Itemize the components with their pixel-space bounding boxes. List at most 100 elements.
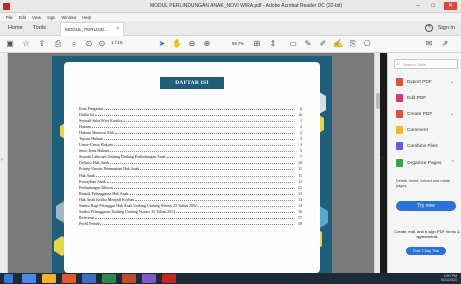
save-icon[interactable]: ▣ [5,39,15,49]
chevron-icon[interactable]: ⌄ [450,111,454,117]
toc-entry-page: 12 [298,184,302,190]
mail-icon[interactable]: ✉ [424,39,434,49]
search-tools-input[interactable]: ⌕ Search Tools [394,59,458,69]
share-link-icon[interactable]: ⇗ [440,39,450,49]
taskbar-powerpoint-icon[interactable] [122,274,136,283]
tool-organize-pages[interactable]: Organize Pages ^ [396,158,461,168]
toc-entry-label: Prinsip Umum Pemenuhan Hak Anak [79,166,140,172]
taskbar-firefox-icon[interactable] [62,274,76,283]
share-icon[interactable]: ⎔ [362,39,372,49]
scrollbar-thumb[interactable] [376,93,380,109]
menu-file[interactable]: File [6,15,13,20]
stamp-icon[interactable]: ⎘ [348,39,358,49]
toc-leader [114,187,293,189]
minimize-button[interactable]: – [414,2,422,10]
toc-leader [95,115,293,117]
taskbar-acrobat-icon[interactable] [162,274,176,283]
tab-document[interactable]: MODUL_PERLIND... × [60,22,124,36]
chevron-icon[interactable]: ⌄ [450,79,454,85]
bookmark-icon[interactable]: ☆ [21,39,31,49]
menu-edit[interactable]: Edit [19,15,26,20]
select-cursor-icon[interactable]: ➤ [157,39,167,49]
page-down-icon[interactable]: ⊙ [97,39,107,49]
vertical-scrollbar[interactable] [374,53,380,273]
toc-entry-page: 13 [298,202,302,208]
tab-document-label: MODUL_PERLIND... [65,27,108,32]
toc-leader [166,157,293,159]
toc-entry[interactable]: Profil Penulis 18 [79,221,302,227]
tool-create-pdf[interactable]: Create PDF ⌄ [396,109,461,119]
toc-leader [110,151,293,153]
toc-entry-label: Bentuk Pelanggaran Hak Anak [79,190,129,196]
toc-entry-label: Tujuan Hukum [79,136,104,142]
tool-label: Edit PDF [407,95,427,101]
print-icon[interactable]: ⎙ [53,39,63,49]
organize-pages-icon [396,159,403,167]
tools-panel: ⌕ Search Tools Export PDF ⌄ Edit PDF Create… [387,53,461,273]
scroll-mode-icon[interactable]: ⇕ [268,39,278,49]
toc-entry-label: Kata Pengantar [79,106,104,111]
taskbar-explorer-icon[interactable] [22,274,36,283]
toc-entry-page: 3 [300,136,302,142]
toc-entry-label: Sejarah Suka Wisa Kartika [79,118,122,124]
zoom-out-icon[interactable]: ⊖ [187,39,197,49]
chevron-icon[interactable]: ^ [452,160,454,166]
toc-entry-label: Hukum [79,124,91,130]
toc-entry-label: Kewajiban Anak [79,178,106,184]
search-icon[interactable]: ⌕ [69,39,79,49]
tab-tools[interactable]: Tools [33,25,46,31]
toc-entry-label: Sanksi Pelanggaran Undang Undang Nomor 3… [79,208,175,214]
toc-leader [95,217,293,219]
menu-view[interactable]: View [32,15,41,20]
taskbar-onenote-icon[interactable] [142,274,156,283]
free-trial-button[interactable]: Free 7-Day Trial [406,247,446,255]
toc-leader [140,169,293,171]
toc-leader [110,163,293,165]
start-button-icon[interactable] [4,274,13,283]
comment-icon[interactable]: ▭ [288,39,298,49]
toc-leader [104,139,293,141]
try-now-button[interactable]: Try now [396,201,456,211]
help-icon[interactable]: ? [425,24,433,32]
sign-in-link[interactable]: Sign In [438,25,455,31]
left-panel-toggle[interactable]: › [0,53,8,273]
export-pdf-icon [396,78,403,86]
tool-export-pdf[interactable]: Export PDF ⌄ [396,77,461,87]
page-up-icon[interactable]: ⊙ [84,39,94,49]
tab-close-button[interactable]: × [116,26,119,32]
taskbar-excel-icon[interactable] [102,274,116,283]
tool-combine-files[interactable]: Combine Files [396,141,461,151]
highlight-icon[interactable]: ✎ [303,39,313,49]
page-number-field[interactable]: 1 / 16 [111,40,123,45]
menu-sign[interactable]: Sign [47,15,55,20]
taskbar-chrome-icon[interactable] [42,274,56,283]
zoom-in-icon[interactable]: ⊕ [202,39,212,49]
menu-window[interactable]: Window [61,15,76,20]
tool-comment[interactable]: Comment [396,125,461,135]
toc-entry-label: Sejarah Lahirnya Undang Undang Perlindun… [79,154,166,160]
toc-entry-label: Perlindungan Khusus [79,184,114,190]
document-viewport[interactable]: DAFTAR ISI Kata Pengantar ii Daftar Isi iii… [8,53,374,273]
menu-help[interactable]: Help [82,15,91,20]
sign-icon[interactable]: ✍ [333,39,343,49]
upload-icon[interactable]: ⇪ [37,39,47,49]
collapse-right-icon[interactable]: ‹ [381,155,383,161]
system-clock[interactable]: 4:50 PM 9/21/2021 [441,274,457,283]
tool-edit-pdf[interactable]: Edit PDF [396,93,461,103]
zoom-level[interactable]: 99,7% [232,41,244,46]
tab-home[interactable]: Home [8,25,23,31]
tool-label: Comment [407,127,428,133]
maximize-button[interactable]: □ [429,2,437,10]
hand-icon[interactable]: ✋ [172,39,182,49]
fit-page-icon[interactable]: ⊞ [252,39,262,49]
toc-leader [113,145,293,147]
toc-leader [122,121,293,123]
toc-leader [92,127,293,129]
toc-entry-page: 2 [300,124,302,130]
toc-entry-page: 10 [298,160,302,166]
toc-entry-page: 7 [300,154,302,160]
pen-icon[interactable]: ✐ [318,39,328,49]
comment-icon [396,126,403,134]
close-window-button[interactable]: ✕ [444,2,457,10]
taskbar-word-icon[interactable] [82,274,96,283]
